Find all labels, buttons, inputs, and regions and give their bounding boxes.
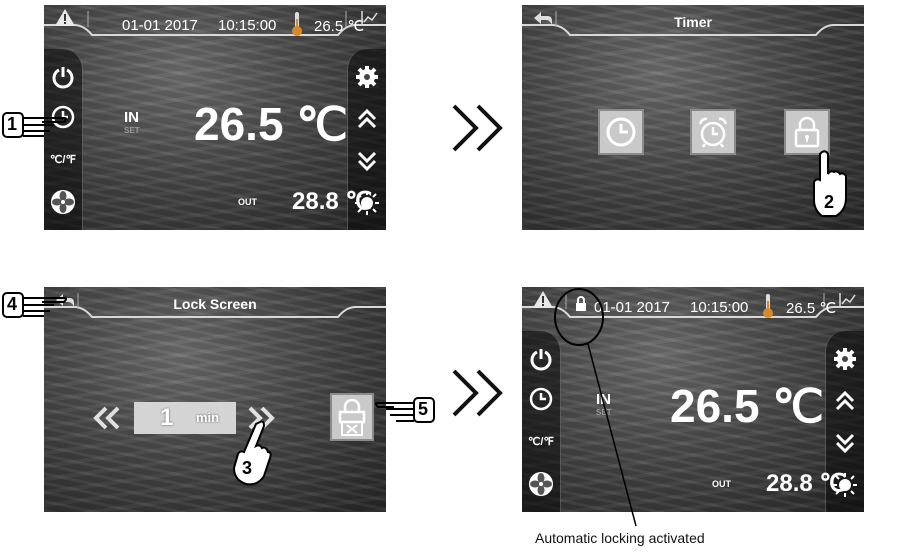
double-left-icon[interactable] bbox=[92, 405, 122, 435]
settings-button[interactable] bbox=[826, 341, 864, 377]
double-up-icon bbox=[835, 390, 855, 411]
in-label: IN bbox=[124, 109, 139, 126]
clock-icon bbox=[606, 117, 636, 147]
home-screen: 01-01 2017 10:15:00 26.5 ℃ ℃/℉ IN SET 26… bbox=[44, 5, 386, 230]
temp-up-button[interactable] bbox=[348, 101, 386, 137]
power-icon bbox=[530, 349, 552, 371]
minutes-display bbox=[134, 402, 236, 434]
pointing-hand-icon bbox=[232, 420, 272, 486]
left-sidebar: ℃/℉ bbox=[522, 331, 561, 512]
date-label: 01-01 2017 bbox=[122, 17, 198, 34]
callout-number: 2 bbox=[824, 192, 835, 212]
minutes-value: 1 bbox=[160, 404, 174, 431]
double-up-icon bbox=[357, 108, 377, 129]
clock-timer-button[interactable] bbox=[598, 109, 644, 155]
unit-toggle-label: ℃/℉ bbox=[528, 435, 554, 448]
timer-button[interactable] bbox=[522, 381, 560, 417]
set-label: SET bbox=[124, 126, 140, 135]
next-step-arrow bbox=[452, 104, 503, 152]
double-down-icon bbox=[357, 151, 377, 172]
main-temperature: 26.5 ℃ bbox=[670, 380, 824, 432]
chart-icon[interactable] bbox=[360, 9, 380, 31]
fan-button[interactable] bbox=[522, 466, 560, 502]
callout-number: 1 bbox=[7, 114, 18, 134]
double-down-icon bbox=[835, 433, 855, 454]
fan-icon bbox=[529, 472, 553, 496]
gear-icon bbox=[834, 348, 856, 370]
chart-icon[interactable] bbox=[838, 291, 858, 313]
temp-down-button[interactable] bbox=[826, 425, 864, 461]
settings-button[interactable] bbox=[348, 59, 386, 95]
minutes-unit: min bbox=[196, 410, 220, 425]
out-temperature: 28.8 ℃ bbox=[766, 470, 847, 497]
lock-screen: Lock Screen 1 min bbox=[44, 287, 386, 512]
time-label: 10:15:00 bbox=[218, 17, 277, 34]
next-step-arrow bbox=[452, 369, 503, 417]
gear-icon bbox=[356, 66, 378, 88]
lock-button[interactable] bbox=[784, 109, 830, 155]
unit-toggle-button[interactable]: ℃/℉ bbox=[522, 423, 560, 459]
top-temp-label: 26.5 ℃ bbox=[786, 300, 837, 317]
alarm-button[interactable] bbox=[690, 109, 736, 155]
page-title: Timer bbox=[674, 14, 712, 30]
main-temperature: 26.5 ℃ bbox=[194, 98, 348, 150]
top-temp-label: 26.5 ℃ bbox=[314, 18, 365, 35]
power-button[interactable] bbox=[522, 341, 560, 377]
out-temperature: 28.8 ℃ bbox=[292, 188, 373, 215]
leader-line bbox=[587, 343, 637, 527]
lock-cancel-icon bbox=[338, 398, 366, 436]
warning-icon[interactable] bbox=[54, 7, 76, 31]
page-title: Lock Screen bbox=[173, 296, 257, 312]
temp-up-button[interactable] bbox=[826, 383, 864, 419]
fan-icon bbox=[51, 190, 75, 214]
lock-cancel-button[interactable] bbox=[330, 393, 374, 441]
warning-icon[interactable] bbox=[532, 289, 554, 313]
alarm-clock-icon bbox=[698, 117, 728, 148]
unit-toggle-label: ℃/℉ bbox=[50, 153, 76, 166]
time-label: 10:15:00 bbox=[690, 299, 749, 316]
clock-icon bbox=[529, 387, 553, 411]
unit-toggle-button[interactable]: ℃/℉ bbox=[44, 141, 82, 177]
temp-down-button[interactable] bbox=[348, 143, 386, 179]
home-screen-locked: 01-01 2017 10:15:00 26.5 ℃ ℃/℉ IN SET 26… bbox=[522, 287, 864, 512]
caption: Automatic locking activated bbox=[535, 530, 705, 546]
thermometer-icon bbox=[763, 293, 773, 323]
lock-icon bbox=[794, 116, 820, 148]
callout-number: 4 bbox=[7, 294, 18, 314]
out-label: OUT bbox=[712, 479, 731, 489]
power-button[interactable] bbox=[44, 59, 82, 95]
callout-number: 5 bbox=[418, 399, 429, 419]
thermometer-icon bbox=[292, 11, 302, 41]
callout-number: 3 bbox=[242, 458, 253, 478]
fan-button[interactable] bbox=[44, 184, 82, 220]
out-label: OUT bbox=[238, 197, 257, 207]
power-icon bbox=[52, 67, 74, 89]
